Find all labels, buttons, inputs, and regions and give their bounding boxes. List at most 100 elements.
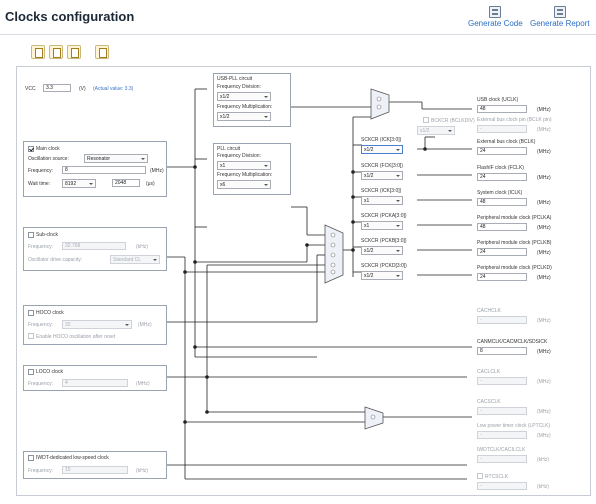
save-file-icon — [71, 48, 79, 58]
export-file-icon — [99, 48, 107, 58]
generate-code-button[interactable]: Generate Code — [468, 6, 523, 28]
bckcr-value: x1/2 — [420, 128, 430, 134]
hoco-enable-checkbox[interactable] — [28, 333, 34, 339]
divider-select[interactable]: x1/2 — [361, 246, 403, 255]
output-unit: (MHz) — [537, 127, 551, 133]
vcc-actual-value: (Actual value: 3.3) — [93, 86, 134, 92]
divider-select[interactable]: x1 — [361, 221, 403, 230]
chevron-down-icon — [264, 96, 268, 98]
vcc-unit: (V) — [79, 86, 86, 92]
output-unit: (MHz) — [537, 107, 551, 113]
sub-freq-field[interactable]: 32.768 — [62, 242, 126, 250]
output-value: 24 — [477, 147, 527, 155]
output-label: USB clock (UCLK) — [477, 97, 519, 103]
divider-value: x1/2 — [364, 147, 374, 153]
main-freq-field[interactable]: 8 — [62, 166, 146, 174]
pll-mul-select[interactable]: x6 — [217, 180, 271, 189]
pll-div-value: x1 — [220, 163, 226, 169]
output-unit: (kHz) — [537, 484, 549, 490]
divider-select[interactable]: x1/2 — [361, 145, 403, 154]
divider-value: x1/2 — [364, 173, 374, 179]
output-label: External bus clock (BCLK) — [477, 139, 536, 145]
save-file-button[interactable] — [67, 45, 81, 59]
output-unit: (MHz) — [537, 250, 551, 256]
wait-cycles-select[interactable]: 8192 — [62, 179, 96, 188]
iwdt-checkbox[interactable] — [28, 455, 34, 461]
drive-capacity-select[interactable]: Standard CL — [110, 255, 160, 264]
divider-select[interactable]: x1/2 — [361, 271, 403, 280]
iwdt-freq-unit: (kHz) — [136, 468, 148, 474]
divider-select[interactable]: x1/2 — [361, 171, 403, 180]
divider-value: x1/2 — [364, 248, 374, 254]
output-label: Peripheral module clock (PCLKA) — [477, 215, 552, 221]
usb-pll-mul-select[interactable]: x1/2 — [217, 112, 271, 121]
output-unit: (MHz) — [537, 409, 551, 415]
drive-capacity-label: Oscillator drive capacity: — [28, 257, 83, 263]
bckcr-checkbox[interactable] — [423, 117, 429, 123]
loco-checkbox[interactable] — [28, 369, 34, 375]
main-clock-checkbox[interactable] — [28, 146, 34, 152]
output-value: 24 — [477, 273, 527, 281]
loco-freq-unit: (MHz) — [136, 381, 150, 387]
loco-freq-field[interactable]: 4 — [62, 379, 128, 387]
export-file-button[interactable] — [95, 45, 109, 59]
hoco-label: HOCO clock — [36, 310, 64, 316]
clock-diagram-canvas: VCC 3.3 (V) (Actual value: 3.3) Main clo… — [16, 66, 591, 496]
bckcr-select[interactable]: x1/2 — [417, 126, 455, 135]
divider-label: SCKCR (ICK[3:0]) — [361, 137, 402, 143]
divider-label: SCKCR (PCKD[3:0]) — [361, 263, 407, 269]
new-file-button[interactable] — [31, 45, 45, 59]
chevron-down-icon — [396, 225, 400, 227]
rtcsclk-checkbox[interactable] — [477, 473, 483, 479]
generate-code-label: Generate Code — [468, 19, 523, 28]
sub-clock-checkbox[interactable] — [28, 232, 34, 238]
output-label: RTCSCLK — [485, 474, 509, 480]
output-value: - — [477, 316, 527, 324]
wait-time-field[interactable]: 2048 — [112, 179, 140, 187]
divider-value: x1 — [364, 223, 370, 229]
iwdt-freq-field[interactable]: 15 — [62, 466, 128, 474]
divider-value: x1 — [364, 198, 370, 204]
loco-freq-label: Frequency: — [28, 381, 54, 387]
chevron-down-icon — [264, 165, 268, 167]
output-value: 48 — [477, 105, 527, 113]
usb-pll-title: USB-PLL circuit — [217, 76, 253, 82]
output-unit: (MHz) — [537, 318, 551, 324]
output-label: System clock (ICLK) — [477, 190, 523, 196]
output-unit: (MHz) — [537, 225, 551, 231]
output-unit: (kHz) — [537, 457, 549, 463]
output-unit: (MHz) — [537, 149, 551, 155]
sub-freq-label: Frequency: — [28, 244, 54, 250]
hoco-freq-select[interactable]: 32 — [62, 320, 132, 329]
generate-report-button[interactable]: Generate Report — [530, 6, 590, 28]
hoco-enable-label: Enable HOCO oscillation after reset — [36, 334, 116, 340]
vcc-field[interactable]: 3.3 — [43, 84, 71, 92]
output-value: - — [477, 377, 527, 385]
loco-clock-panel: LOCO clock Frequency: 4 (MHz) — [23, 365, 167, 391]
open-file-button[interactable] — [49, 45, 63, 59]
usb-pll-div-select[interactable]: x1/2 — [217, 92, 271, 101]
output-value: 24 — [477, 173, 527, 181]
output-value: 48 — [477, 198, 527, 206]
output-label: FlashIF clock (FCLK) — [477, 165, 524, 171]
loco-label: LOCO clock — [36, 369, 63, 375]
main-clock-label: Main clock — [36, 146, 60, 152]
pll-div-select[interactable]: x1 — [217, 161, 271, 170]
page-title: Clocks configuration — [5, 9, 135, 24]
output-label: Peripheral module clock (PCLKD) — [477, 265, 552, 271]
wait-cycles-value: 8192 — [65, 181, 77, 187]
chevron-down-icon — [89, 183, 93, 185]
open-file-icon — [53, 48, 61, 58]
hoco-freq-unit: (MHz) — [138, 322, 152, 328]
hoco-checkbox[interactable] — [28, 310, 34, 316]
divider-select[interactable]: x1 — [361, 196, 403, 205]
chevron-down-icon — [125, 324, 129, 326]
output-label: CACLCLK — [477, 369, 501, 375]
pll-div-label: Frequency Division: — [217, 153, 261, 159]
chevron-down-icon — [396, 275, 400, 277]
pll-mul-value: x6 — [220, 182, 226, 188]
usb-pll-div-value: x1/2 — [220, 94, 230, 100]
divider-label: SCKCR (PCKB[3:0]) — [361, 238, 407, 244]
osc-source-select[interactable]: Resonator — [84, 154, 148, 163]
pll-title: PLL circuit — [217, 146, 241, 152]
